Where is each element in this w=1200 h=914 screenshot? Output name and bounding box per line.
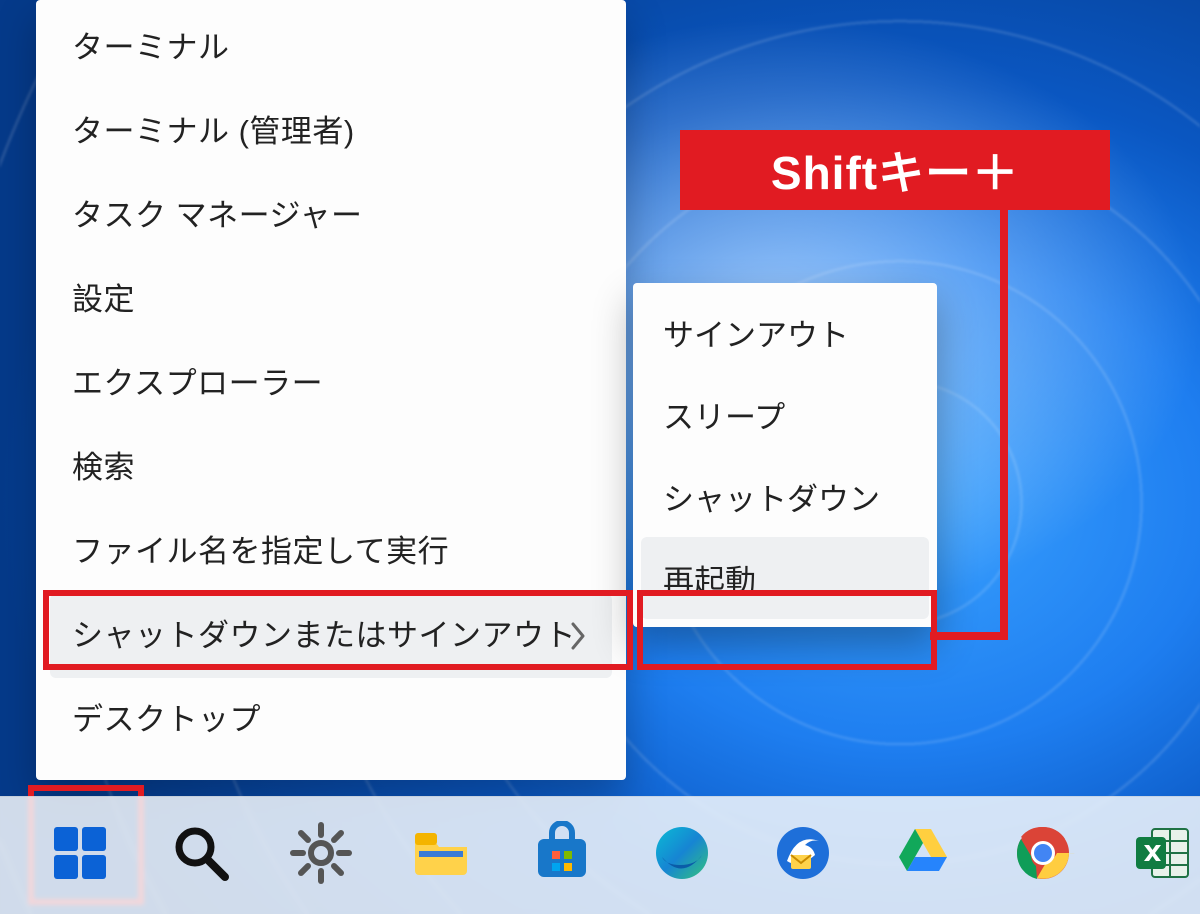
menu-item-label: ファイル名を指定して実行 — [72, 535, 449, 569]
start-button[interactable] — [44, 819, 116, 893]
googledrive-icon — [891, 821, 955, 890]
excel-icon — [1132, 821, 1196, 890]
settings-button[interactable] — [285, 819, 357, 893]
chrome-icon — [1011, 821, 1075, 890]
menu-item-search[interactable]: 検索 — [50, 426, 612, 510]
menu-item-desktop[interactable]: デスクトップ — [50, 678, 612, 762]
chevron-right-icon — [570, 622, 586, 650]
menu-item-explorer[interactable]: エクスプローラー — [50, 342, 612, 426]
drive-button[interactable] — [887, 819, 959, 893]
submenu-item-label: シャットダウン — [663, 474, 880, 519]
submenu-item-sleep[interactable]: スリープ — [641, 373, 929, 455]
thunderbird-icon — [771, 821, 835, 890]
menu-item-label: 設定 — [72, 283, 135, 317]
submenu-item-signout[interactable]: サインアウト — [641, 291, 929, 373]
menu-item-label: タスク マネージャー — [72, 199, 362, 233]
search-button[interactable] — [164, 819, 236, 893]
folder-icon — [409, 821, 473, 890]
windows-icon — [48, 821, 112, 890]
submenu-item-label: サインアウト — [663, 310, 849, 355]
callout-text: Shiftキー＋ — [771, 137, 1019, 203]
submenu-item-label: スリープ — [663, 392, 785, 437]
menu-item-run[interactable]: ファイル名を指定して実行 — [50, 510, 612, 594]
menu-item-label: エクスプローラー — [72, 367, 323, 401]
menu-item-terminal-admin[interactable]: ターミナル (管理者) — [50, 90, 612, 174]
explorer-button[interactable] — [405, 819, 477, 893]
menu-item-terminal[interactable]: ターミナル — [50, 6, 612, 90]
store-button[interactable] — [526, 819, 598, 893]
menu-item-label: ターミナル — [72, 31, 230, 65]
search-icon — [169, 821, 233, 890]
taskbar — [0, 796, 1200, 914]
menu-item-settings[interactable]: 設定 — [50, 258, 612, 342]
excel-button[interactable] — [1128, 819, 1200, 893]
menu-item-label: デスクトップ — [72, 703, 261, 737]
power-submenu: サインアウト スリープ シャットダウン 再起動 — [633, 283, 937, 627]
submenu-item-restart[interactable]: 再起動 — [641, 537, 929, 619]
store-icon — [530, 821, 594, 890]
chrome-button[interactable] — [1007, 819, 1079, 893]
menu-item-shutdown-signout[interactable]: シャットダウンまたはサインアウト — [50, 594, 612, 678]
submenu-item-shutdown[interactable]: シャットダウン — [641, 455, 929, 537]
edge-button[interactable] — [646, 819, 718, 893]
menu-item-label: ターミナル (管理者) — [72, 115, 355, 149]
quick-link-menu: ターミナル ターミナル (管理者) タスク マネージャー 設定 エクスプローラー… — [36, 0, 626, 780]
menu-item-label: シャットダウンまたはサインアウト — [72, 619, 576, 653]
thunderbird-button[interactable] — [766, 819, 838, 893]
gear-icon — [289, 821, 353, 890]
submenu-item-label: 再起動 — [663, 556, 756, 601]
edge-icon — [650, 821, 714, 890]
callout-shift-key: Shiftキー＋ — [680, 130, 1110, 210]
menu-item-label: 検索 — [72, 451, 135, 485]
menu-item-task-manager[interactable]: タスク マネージャー — [50, 174, 612, 258]
